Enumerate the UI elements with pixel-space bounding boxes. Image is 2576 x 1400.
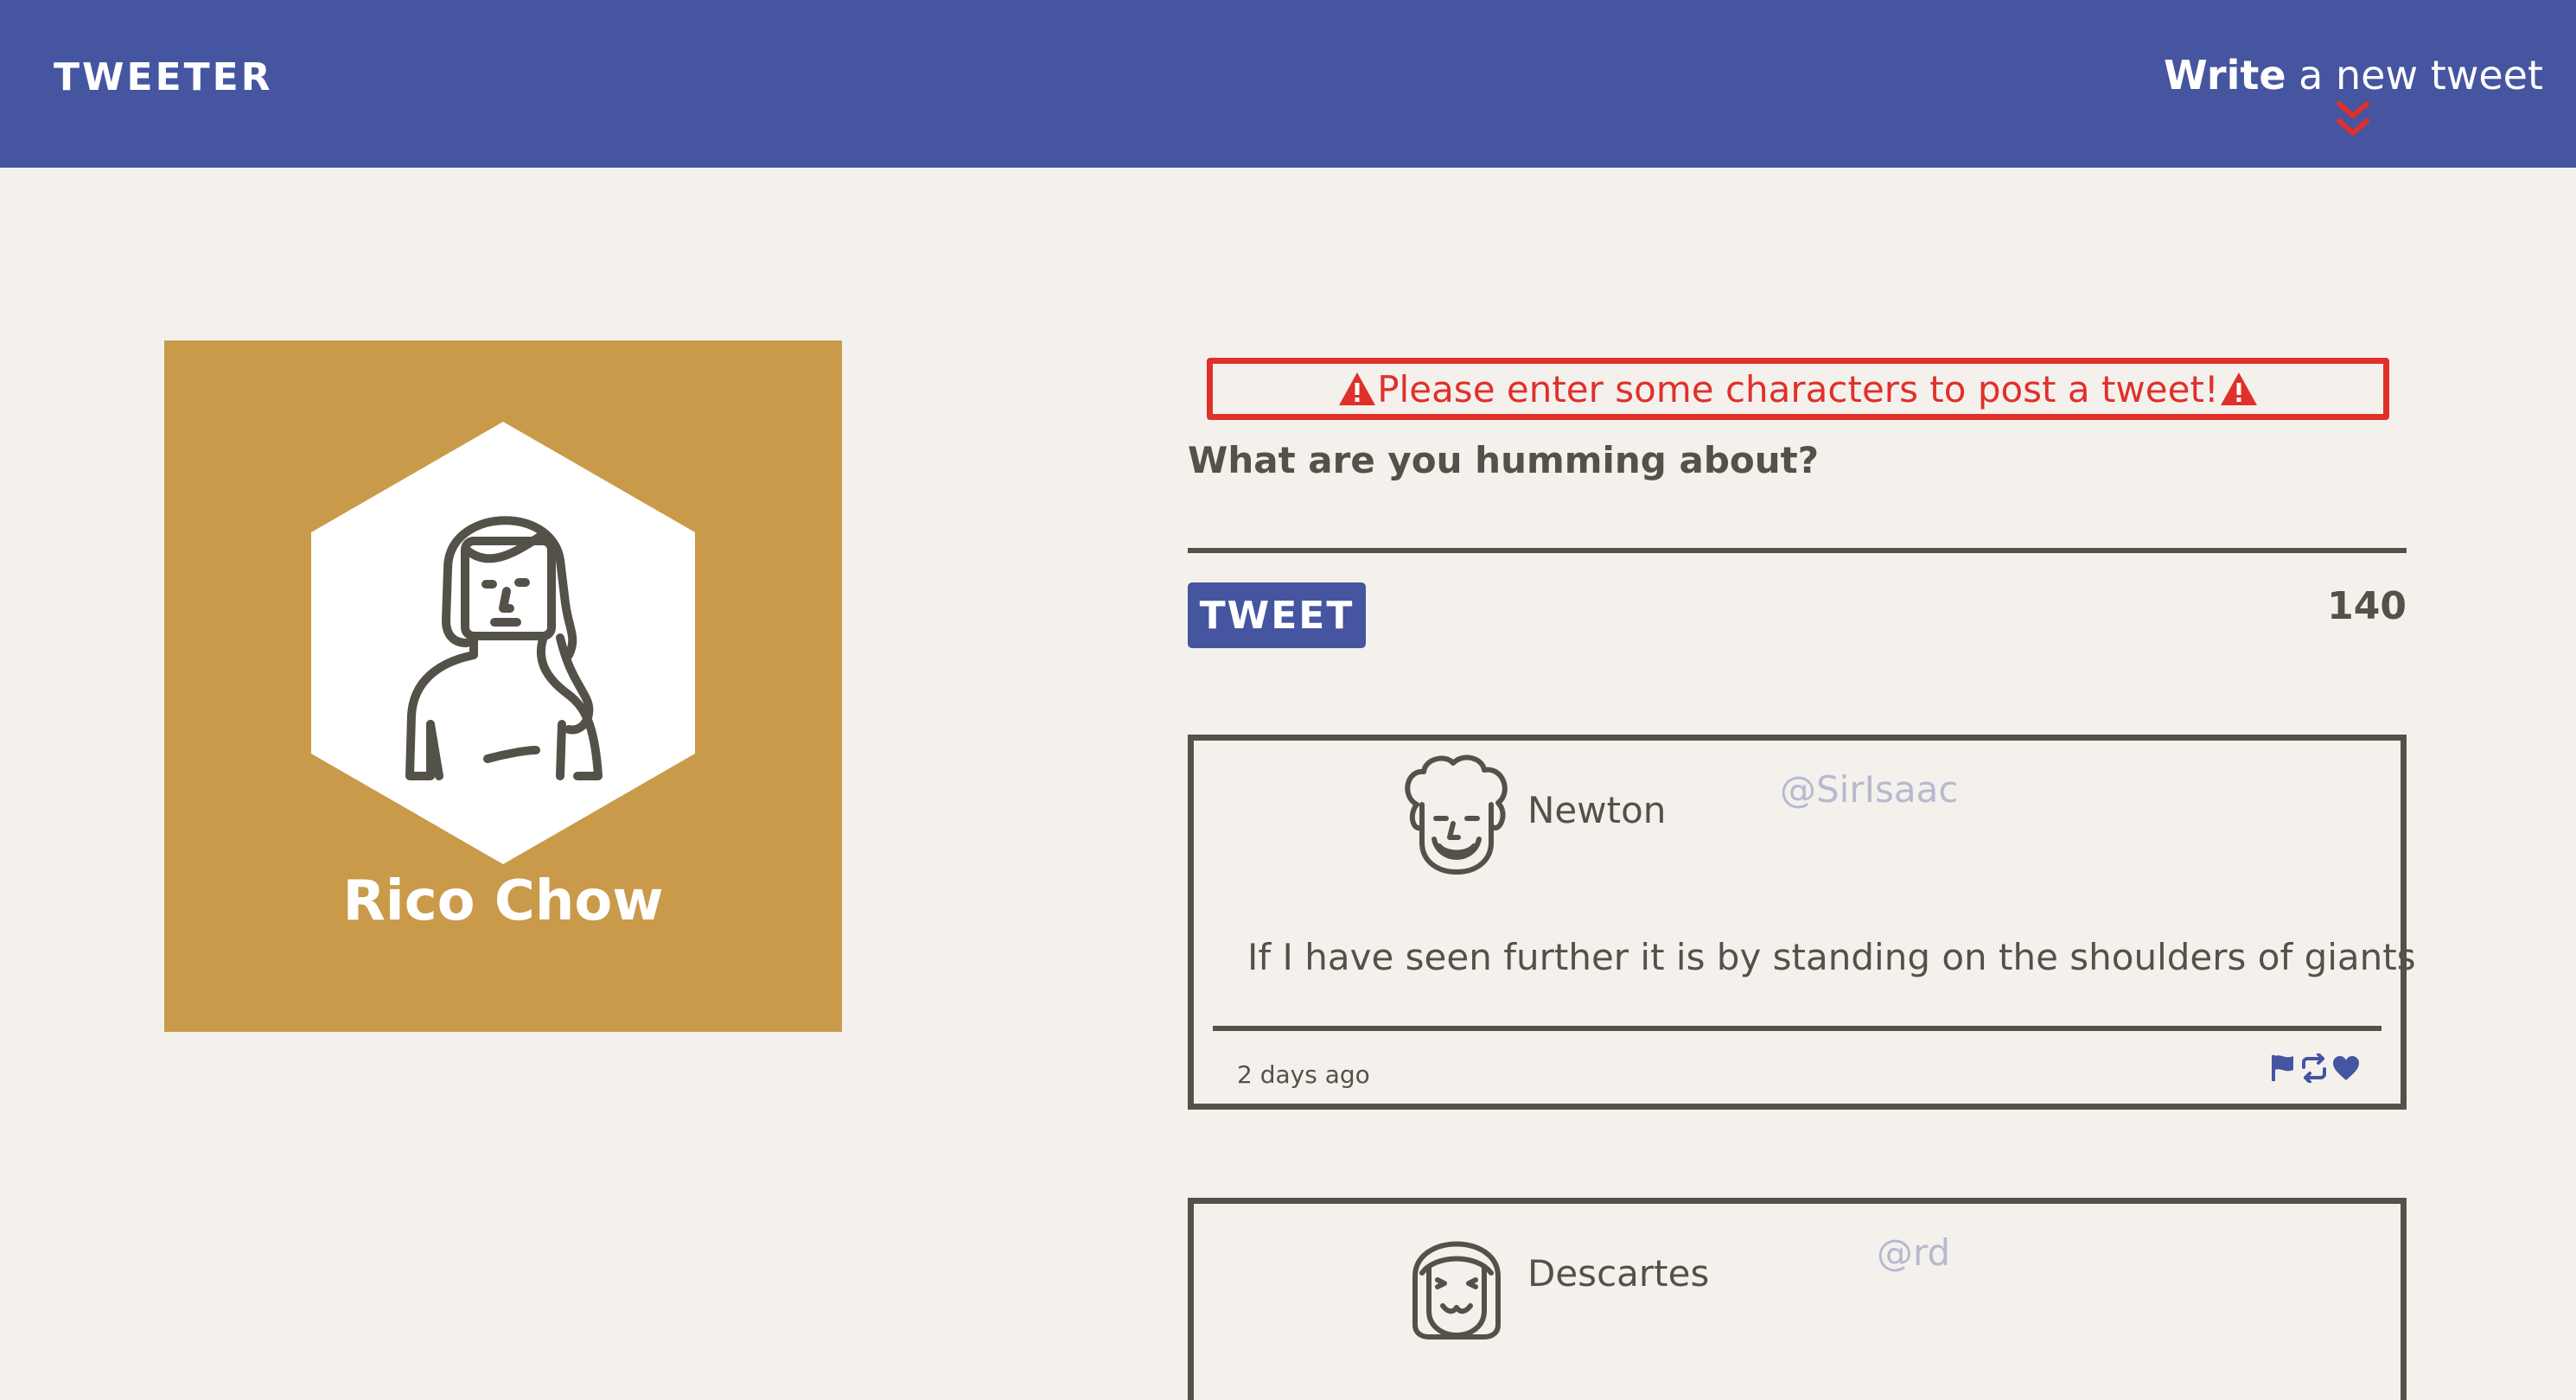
tweet-text: If I have seen further it is by standing… xyxy=(1247,936,2416,978)
heart-icon[interactable] xyxy=(2331,1054,2361,1082)
tweet-timestamp: 2 days ago xyxy=(1237,1060,1370,1089)
tweet-author-handle: @SirIsaac xyxy=(1780,768,1959,811)
write-new-tweet-toggle[interactable]: Write a new tweet xyxy=(2164,52,2543,140)
warning-icon xyxy=(2220,372,2257,405)
error-message: Please enter some characters to post a t… xyxy=(1207,358,2389,420)
author-avatar xyxy=(1412,1241,1501,1340)
double-chevron-down-icon[interactable] xyxy=(2336,100,2370,140)
page: TWEETER Write a new tweet Rico Chow Plea… xyxy=(0,0,2576,1400)
profile-avatar xyxy=(311,422,695,864)
tweet-textarea[interactable] xyxy=(1188,548,2407,553)
character-counter: 140 xyxy=(2327,584,2407,628)
tweet-prompt-label: What are you humming about? xyxy=(1188,439,1820,481)
tweet-author-handle: @rd xyxy=(1877,1231,1951,1274)
write-new-tweet-label[interactable]: Write a new tweet xyxy=(2164,52,2543,99)
author-avatar xyxy=(1405,754,1508,875)
tweet-button[interactable]: TWEET xyxy=(1188,582,1366,648)
tweet-card: Newton @SirIsaac If I have seen further … xyxy=(1188,735,2416,1110)
retweet-icon[interactable] xyxy=(2299,1053,2330,1083)
tweet-actions xyxy=(2269,1053,2361,1083)
brand-logo[interactable]: TWEETER xyxy=(54,55,273,99)
tweet-author-name: Descartes xyxy=(1527,1252,1710,1295)
error-text: Please enter some characters to post a t… xyxy=(1377,367,2219,410)
profile-card: Rico Chow xyxy=(164,340,842,1032)
profile-name: Rico Chow xyxy=(342,869,664,933)
flag-icon[interactable] xyxy=(2269,1053,2297,1083)
top-nav: TWEETER Write a new tweet xyxy=(0,0,2576,168)
tweet-card: Descartes @rd xyxy=(1188,1198,2407,1400)
tweet-divider xyxy=(1213,1026,2382,1031)
warning-icon xyxy=(1339,372,1376,405)
tweet-author-name: Newton xyxy=(1527,789,1667,831)
